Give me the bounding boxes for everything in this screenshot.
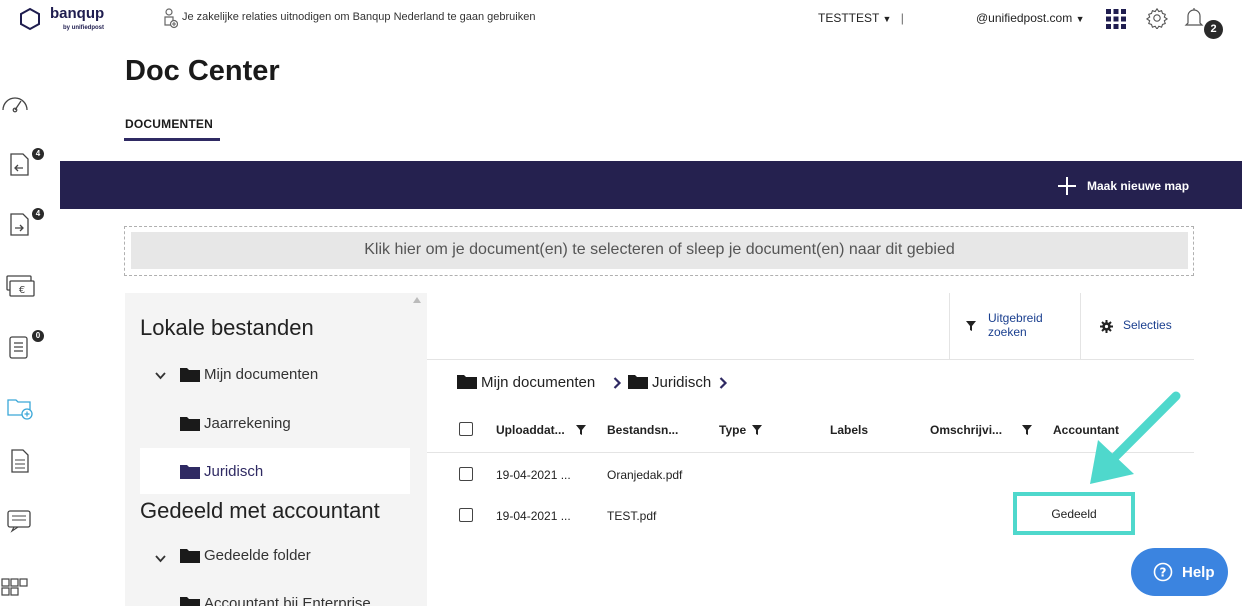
banqup-logo-icon[interactable] xyxy=(18,7,42,31)
tasks-list-icon[interactable] xyxy=(5,332,35,362)
notification-bell-icon[interactable] xyxy=(1184,6,1204,30)
user-email: @unifiedpost.com xyxy=(976,11,1073,25)
tree-item-legal[interactable]: Juridisch xyxy=(204,463,263,480)
tree-item-shared-folder[interactable]: Gedeelde folder xyxy=(204,547,311,564)
tree-item-annual-accounts[interactable]: Jaarrekening xyxy=(204,415,291,432)
filter-icon[interactable] xyxy=(752,425,762,435)
column-labels[interactable]: Labels xyxy=(830,423,868,437)
chevron-down-icon: ▼ xyxy=(1075,14,1085,24)
filter-icon[interactable] xyxy=(576,425,586,435)
incoming-count-badge: 4 xyxy=(32,148,44,160)
settings-gear-icon[interactable] xyxy=(1146,7,1168,29)
svg-text:€: € xyxy=(19,285,25,296)
dashboard-gauge-icon[interactable] xyxy=(0,88,30,118)
svg-text:?: ? xyxy=(1160,566,1167,580)
chevron-right-icon xyxy=(719,377,728,389)
outgoing-documents-icon[interactable] xyxy=(5,210,35,240)
gear-icon xyxy=(1100,320,1113,333)
outgoing-count-badge: 4 xyxy=(32,208,44,220)
toolbar-divider xyxy=(427,359,1194,360)
column-file-name[interactable]: Bestandsn... xyxy=(607,423,678,437)
page-title: Doc Center xyxy=(125,55,280,87)
tree-item-accountant[interactable]: Accountant bij Enterprise xyxy=(204,597,371,606)
breadcrumb-legal[interactable]: Juridisch xyxy=(652,374,711,391)
selections-label: Selecties xyxy=(1123,318,1172,332)
advanced-search-label: Uitgebreid zoeken xyxy=(988,311,1043,339)
row-upload-date: 19-04-2021 ... xyxy=(496,468,571,482)
invite-user-icon[interactable] xyxy=(162,8,178,30)
chevron-right-icon xyxy=(613,377,622,389)
shared-with-accountant-heading: Gedeeld met accountant xyxy=(140,498,380,523)
document-icon[interactable] xyxy=(5,446,35,476)
column-description[interactable]: Omschrijvi... xyxy=(930,423,1002,437)
tree-item-accountant-clip: Accountant bij Enterprise xyxy=(180,597,420,606)
select-all-checkbox[interactable] xyxy=(459,422,473,436)
folder-icon xyxy=(628,375,648,389)
breadcrumb-my-documents[interactable]: Mijn documenten xyxy=(481,374,595,391)
filter-icon xyxy=(966,321,976,331)
company-separator: | xyxy=(900,11,904,25)
folder-icon xyxy=(180,465,200,479)
doc-center-folder-icon[interactable] xyxy=(5,392,35,422)
tasks-count-badge: 0 xyxy=(32,330,44,342)
filter-icon[interactable] xyxy=(1022,425,1032,435)
chevron-down-icon: ▼ xyxy=(882,14,892,24)
notification-count-badge: 2 xyxy=(1204,20,1223,39)
new-folder-label: Maak nieuwe map xyxy=(1087,179,1190,193)
column-type[interactable]: Type xyxy=(719,423,746,437)
folder-icon xyxy=(180,549,200,563)
row-checkbox[interactable] xyxy=(459,467,473,481)
apps-grid-icon[interactable] xyxy=(1106,9,1126,29)
help-label: Help xyxy=(1182,564,1215,581)
company-name: TESTTEST xyxy=(818,11,880,25)
logo-text[interactable]: banqup xyxy=(50,5,104,22)
table-header-divider xyxy=(427,452,1194,453)
local-files-heading: Lokale bestanden xyxy=(140,315,314,340)
active-tab-indicator xyxy=(124,138,220,141)
row-file-name[interactable]: TEST.pdf xyxy=(607,509,656,523)
column-upload-date[interactable]: Uploaddat... xyxy=(496,423,565,437)
plus-icon xyxy=(1058,177,1076,195)
apps-add-icon[interactable] xyxy=(0,574,30,604)
folder-icon xyxy=(457,375,477,389)
scroll-up-icon[interactable] xyxy=(413,297,421,303)
folder-icon xyxy=(180,597,200,606)
logo-subtext: by unifiedpost xyxy=(63,25,104,31)
company-selector[interactable]: TESTTEST ▼ | xyxy=(818,11,904,25)
tree-item-my-documents[interactable]: Mijn documenten xyxy=(204,366,318,383)
upload-dropzone-text: Klik hier om je document(en) te selecter… xyxy=(364,241,955,258)
messages-icon[interactable] xyxy=(5,506,35,536)
invite-relations-link[interactable]: Je zakelijke relaties uitnodigen om Banq… xyxy=(182,11,535,23)
row-file-name[interactable]: Oranjedak.pdf xyxy=(607,468,682,482)
question-circle-icon: ? xyxy=(1153,562,1173,582)
chevron-down-icon[interactable] xyxy=(155,555,166,563)
folder-icon xyxy=(180,417,200,431)
user-menu[interactable]: @unifiedpost.com ▼ xyxy=(976,11,1085,25)
annotation-arrow-icon xyxy=(1090,391,1181,484)
tab-documents[interactable]: DOCUMENTEN xyxy=(125,117,213,131)
row-checkbox[interactable] xyxy=(459,508,473,522)
chevron-down-icon[interactable] xyxy=(155,372,166,380)
row-upload-date: 19-04-2021 ... xyxy=(496,509,571,523)
payments-euro-icon[interactable]: € xyxy=(5,272,35,302)
folder-icon xyxy=(180,368,200,382)
accountant-shared-status: Gedeeld xyxy=(1051,507,1097,521)
incoming-documents-icon[interactable] xyxy=(5,150,35,180)
